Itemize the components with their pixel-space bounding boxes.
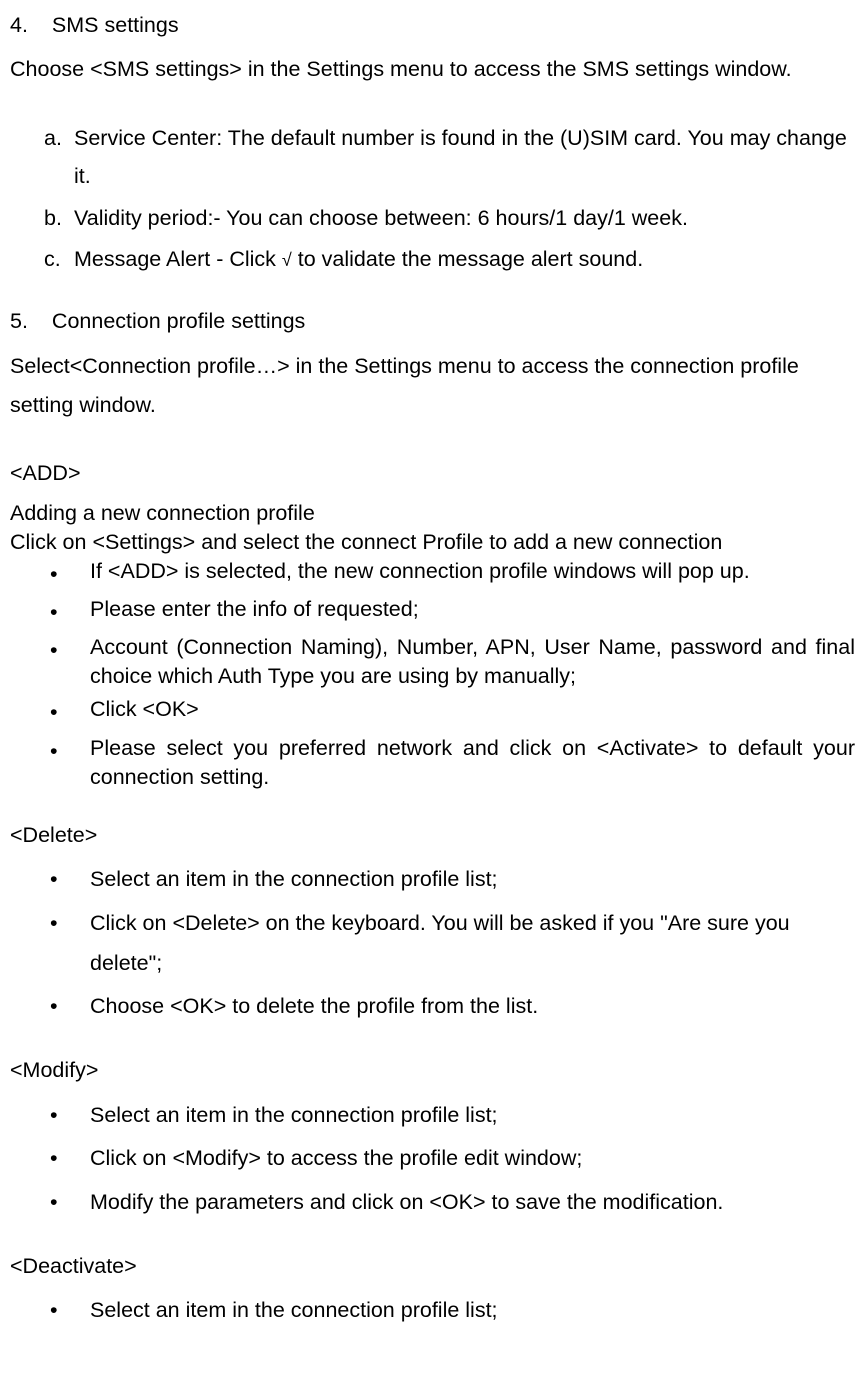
bullet-icon: • [50, 557, 90, 591]
delete-list: • Select an item in the connection profi… [10, 860, 855, 1027]
bullet-icon: • [50, 1183, 90, 1223]
section-5-heading: 5. Connection profile settings [10, 304, 855, 338]
list-marker-b: b. [44, 201, 74, 235]
delete-heading: <Delete> [10, 818, 855, 852]
list-item-c: Message Alert - Click √ to validate the … [74, 242, 855, 276]
add-heading: <ADD> [10, 456, 855, 490]
bullet-icon: • [50, 860, 90, 900]
modify-item-2: Modify the parameters and click on <OK> … [90, 1183, 855, 1223]
section-5-intro: Select<Connection profile…> in the Setti… [10, 347, 855, 427]
bullet-icon: • [50, 633, 90, 691]
checkmark-icon: √ [282, 250, 292, 270]
delete-item-1: Click on <Delete> on the keyboard. You w… [90, 904, 855, 984]
add-list: • If <ADD> is selected, the new connecti… [10, 557, 855, 792]
list-item-a: Service Center: The default number is fo… [74, 120, 855, 195]
bullet-icon: • [50, 1096, 90, 1136]
delete-item-2: Choose <OK> to delete the profile from t… [90, 987, 855, 1027]
deactivate-list: • Select an item in the connection profi… [10, 1291, 855, 1331]
modify-item-0: Select an item in the connection profile… [90, 1096, 855, 1136]
modify-list: • Select an item in the connection profi… [10, 1096, 855, 1223]
add-item-0: If <ADD> is selected, the new connection… [90, 557, 855, 591]
bullet-icon: • [50, 595, 90, 629]
modify-item-1: Click on <Modify> to access the profile … [90, 1139, 855, 1179]
deactivate-item-0: Select an item in the connection profile… [90, 1291, 855, 1331]
section-5-num: 5. [10, 304, 28, 338]
add-item-1: Please enter the info of requested; [90, 595, 855, 629]
add-item-4: Please select you preferred network and … [90, 734, 855, 792]
bullet-icon: • [50, 904, 90, 984]
bullet-icon: • [50, 695, 90, 729]
section-5-title: Connection profile settings [52, 309, 305, 333]
add-item-3: Click <OK> [90, 695, 855, 729]
add-item-2: Account (Connection Naming), Number, APN… [90, 633, 855, 691]
section-4-heading: 4. SMS settings [10, 8, 855, 42]
section-4-list: a. Service Center: The default number is… [10, 120, 855, 276]
add-sub2: Click on <Settings> and select the conne… [10, 528, 855, 557]
item-c-after: to validate the message alert sound. [292, 247, 643, 271]
add-sub1: Adding a new connection profile [10, 499, 855, 528]
deactivate-heading: <Deactivate> [10, 1249, 855, 1283]
section-4-title: SMS settings [52, 13, 179, 37]
bullet-icon: • [50, 1291, 90, 1331]
delete-item-0: Select an item in the connection profile… [90, 860, 855, 900]
modify-heading: <Modify> [10, 1053, 855, 1087]
section-4-num: 4. [10, 8, 28, 42]
bullet-icon: • [50, 1139, 90, 1179]
list-marker-a: a. [44, 120, 74, 195]
list-item-b: Validity period:- You can choose between… [74, 201, 855, 235]
bullet-icon: • [50, 734, 90, 792]
bullet-icon: • [50, 987, 90, 1027]
section-4-intro: Choose <SMS settings> in the Settings me… [10, 50, 855, 90]
item-c-before: Message Alert - Click [74, 247, 282, 271]
list-marker-c: c. [44, 242, 74, 276]
